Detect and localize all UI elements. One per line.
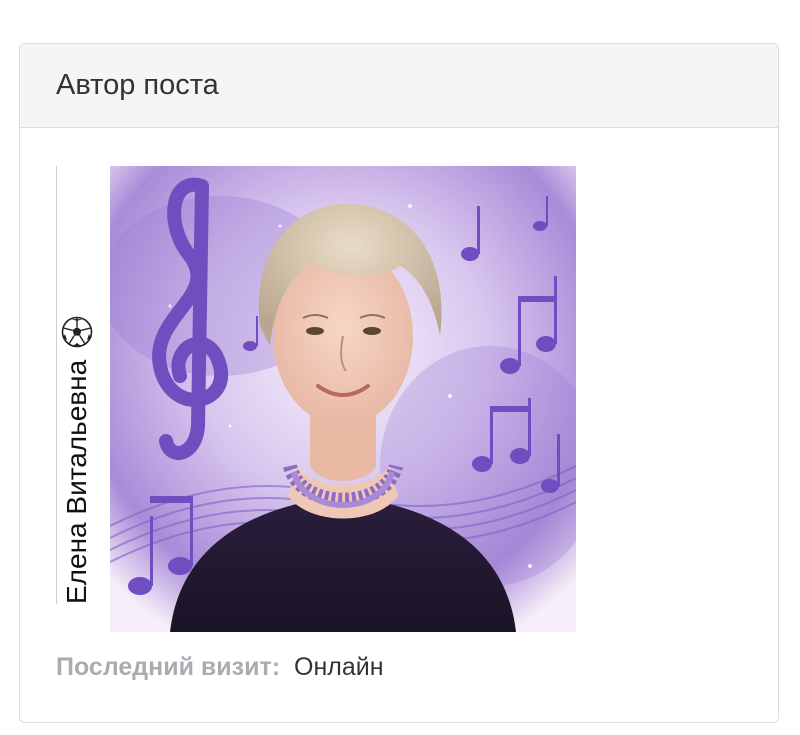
author-name-rotated: Елена Витальевна (56, 166, 98, 604)
card-header: Автор поста (20, 44, 778, 128)
author-name-strip: Елена Витальевна (56, 166, 98, 604)
last-visit-value: Онлайн (294, 653, 384, 681)
soccer-ball-icon (61, 316, 93, 348)
author-avatar[interactable] (110, 166, 576, 632)
last-visit-label: Последний визит: (56, 653, 281, 681)
card-body: Елена Витальевна Последний визит: Онлайн (20, 128, 778, 722)
post-author-card: Автор поста Елена Витальевна Последний в… (19, 43, 779, 723)
last-visit: Последний визит: Онлайн (56, 653, 384, 682)
author-name-link[interactable]: Елена Витальевна (61, 360, 93, 604)
card-title: Автор поста (56, 69, 219, 101)
